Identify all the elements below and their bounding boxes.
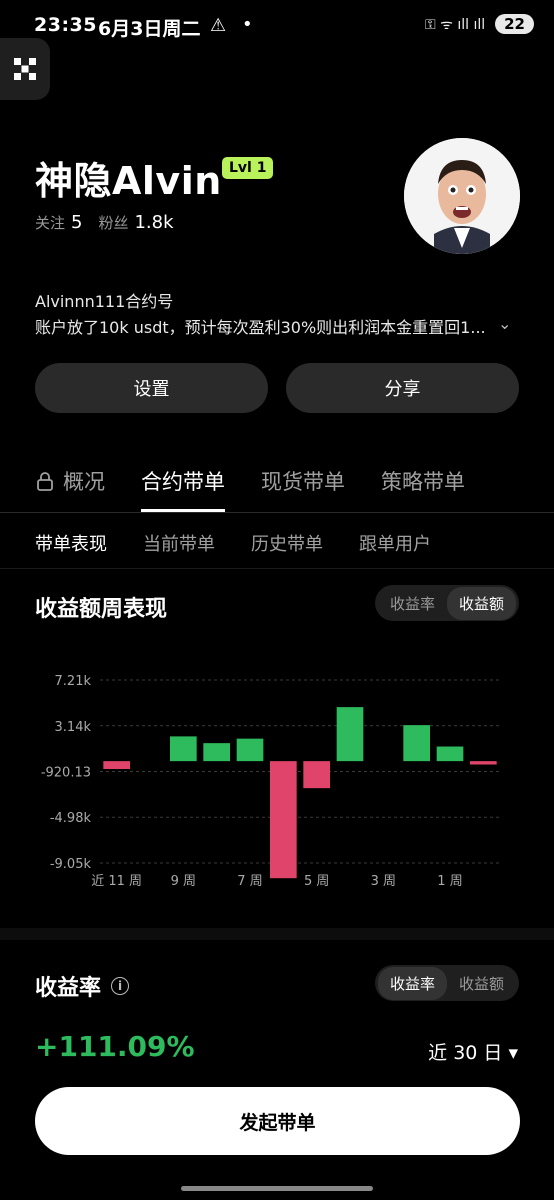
sub-tabs: 带单表现 当前带单 历史带单 跟单用户 [35,530,431,556]
status-time: 23:35 [34,14,97,36]
avatar[interactable] [404,138,520,254]
main-tabs: 概况 合约带单 现货带单 策略带单 [35,466,465,512]
chart-xtick-label: 3 周 [371,874,396,889]
chart-xtick-label: 近 11 周 [91,874,142,889]
status-date: 6月3日周二 [98,18,201,40]
returns-metric-toggle: 收益率 收益额 [374,965,519,1001]
weekly-metric-toggle: 收益率 收益额 [374,585,519,621]
weekly-title: 收益额周表现 [35,597,168,622]
profile-name: 神隐Alvin [35,159,222,203]
chart-xtick-label: 1 周 [437,874,462,889]
chart-bar [436,746,464,762]
toggle-rate[interactable]: 收益率 [378,587,447,620]
follow-stats: 关注 5 粉丝 1.8k [35,212,190,233]
toggle-amount[interactable]: 收益额 [446,586,516,620]
start-copy-trading-button[interactable]: 发起带单 [35,1087,520,1155]
followers-label: 粉丝 [98,214,129,232]
subtab-history[interactable]: 历史带单 [251,530,323,556]
tabs-divider [0,512,554,513]
tab-strategy[interactable]: 策略带单 [381,466,465,496]
returns-title-row: 收益率 i [35,970,130,1002]
tab-spot-label: 现货带单 [261,470,345,494]
status-icons: ⚿ ᯤ ıll ıll 22 [425,14,534,34]
subtab-followers[interactable]: 跟单用户 [359,530,431,556]
chart-ytick-label: 7.21k [55,674,92,689]
share-button[interactable]: 分享 [286,363,519,413]
okx-logo-button[interactable] [0,38,50,100]
info-icon[interactable]: i [111,977,130,995]
okx-logo-icon [14,58,36,80]
chart-bar [203,743,230,762]
followers-count[interactable]: 1.8k [134,212,173,233]
returns-value: +111.09% [35,1030,195,1063]
chart-bar [470,761,497,765]
home-indicator [181,1186,373,1191]
chart-ytick-label: -4.98k [50,811,92,826]
tab-futures-label: 合约带单 [141,470,225,494]
notification-dot-icon: • [242,14,253,35]
chart-bar [236,738,264,762]
subtabs-divider [0,568,554,569]
settings-button[interactable]: 设置 [35,363,268,413]
chart-ytick-label: -920.13 [41,766,91,781]
chart-ytick-label: -9.05k [50,857,92,872]
chart-xtick-label: 5 周 [304,874,329,889]
bio-text: 账户放了10k usdt，预计每次盈利30%则出利润本金重置回1... [35,318,486,337]
tab-futures[interactable]: 合约带单 [141,466,225,512]
returns-title: 收益率 [35,976,102,1001]
signal-icons: ⚿ ᯤ ıll ıll [425,16,486,33]
tab-overview[interactable]: 概况 [35,466,105,496]
subtab-performance[interactable]: 带单表现 [35,530,107,556]
tab-overview-label: 概况 [63,470,105,494]
chart-bar [170,736,197,762]
chart-bar [103,761,130,770]
status-bar: 23:35 6月3日周二 ⚠ • ⚿ ᯤ ıll ıll 22 [0,0,554,56]
battery-icon: 22 [495,14,534,34]
following-label: 关注 [35,214,66,232]
weekly-profit-chart: 7.21k 3.14k -920.13 -4.98k -9.05k 近 11 周 9 周 7 … [41,674,500,889]
returns-toggle-rate[interactable]: 收益率 [377,966,447,1000]
lock-icon [37,472,53,491]
tab-spot[interactable]: 现货带单 [261,466,345,496]
period-select[interactable]: 近 30 日 ▾ [428,1038,518,1065]
expand-chevron-icon[interactable]: ⌄ [498,314,511,333]
chart-ytick-label: 3.14k [55,720,92,735]
returns-toggle-amount[interactable]: 收益额 [447,967,516,1000]
chart-xtick-label: 7 周 [237,874,262,889]
level-badge: Lvl 1 [222,157,274,179]
bio-title: Alvinnn111合约号 [35,292,174,311]
chart-bar [303,761,330,789]
subtab-current[interactable]: 当前带单 [143,530,215,556]
avatar-portrait-icon [404,138,520,254]
chart-bar [336,707,364,762]
chart-bar [270,761,297,879]
chart-bar [403,725,430,762]
section-divider [0,928,554,940]
following-count[interactable]: 5 [71,212,82,233]
chart-xtick-label: 9 周 [171,874,196,889]
warning-icon: ⚠ [210,15,227,36]
tab-strategy-label: 策略带单 [381,470,465,494]
